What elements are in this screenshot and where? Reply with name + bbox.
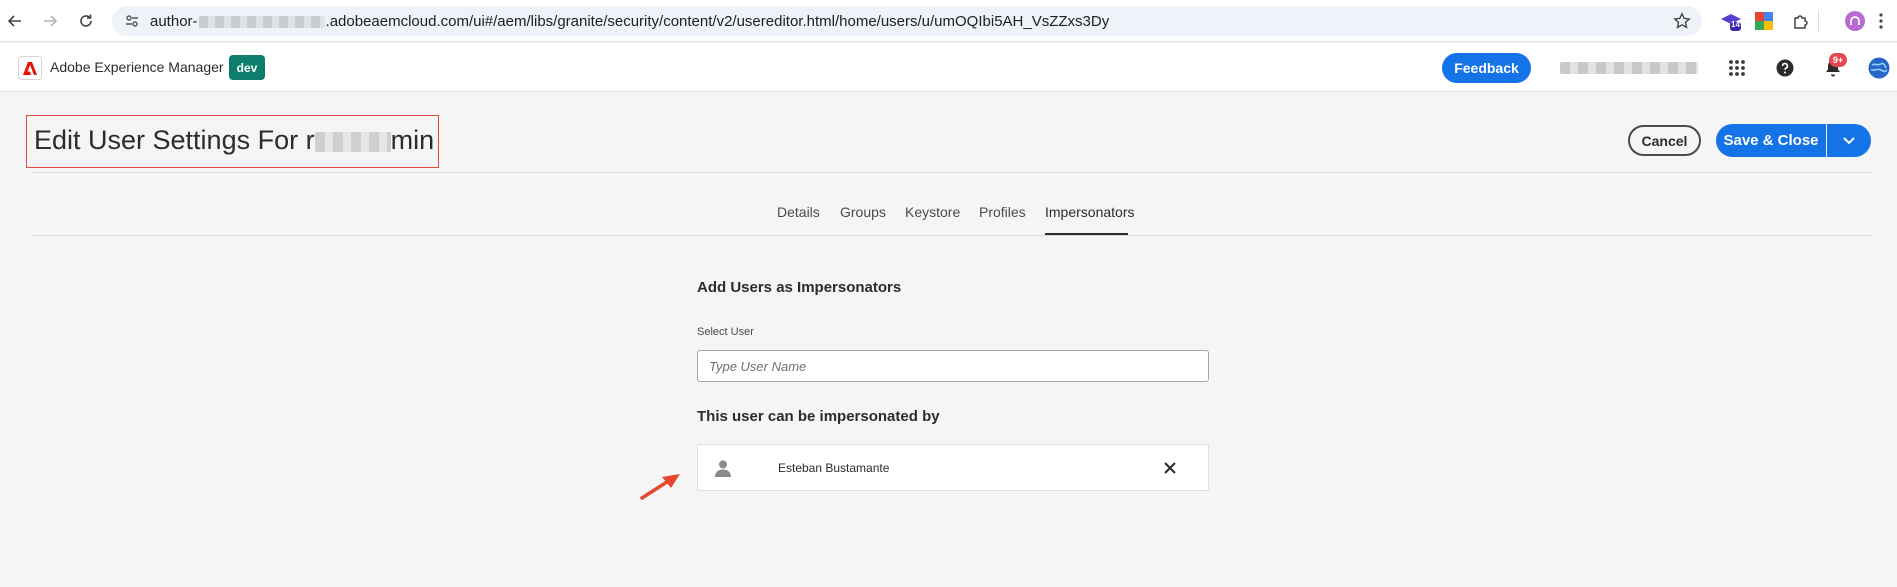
- org-switcher-redacted[interactable]: [1560, 62, 1698, 74]
- page-title-prefix: Edit User Settings For r: [34, 125, 315, 155]
- url-suffix: .adobeaemcloud.com/ui#/aem/libs/granite/…: [325, 13, 1110, 30]
- chevron-down-icon: [1843, 136, 1855, 144]
- tab-bar: Details Groups Keystore Profiles Imperso…: [0, 198, 1897, 236]
- tab-impersonators[interactable]: Impersonators: [1045, 204, 1134, 220]
- save-options-dropdown[interactable]: [1827, 124, 1871, 157]
- extension-badge: 14: [1731, 20, 1740, 29]
- tab-profiles[interactable]: Profiles: [979, 204, 1026, 220]
- tab-keystore[interactable]: Keystore: [905, 204, 960, 220]
- tab-groups[interactable]: Groups: [840, 204, 886, 220]
- url-prefix: author-: [150, 13, 198, 30]
- user-avatar-icon: [713, 458, 733, 478]
- url-redacted: [198, 16, 325, 29]
- browser-menu-icon[interactable]: [1869, 9, 1893, 33]
- page-title: Edit User Settings For r min: [34, 125, 434, 156]
- site-settings-icon[interactable]: [124, 13, 140, 34]
- select-user-label: Select User: [697, 326, 754, 338]
- feedback-button[interactable]: Feedback: [1442, 53, 1531, 83]
- adobe-logo-icon[interactable]: [18, 56, 42, 80]
- bookmark-star-icon[interactable]: [1673, 12, 1691, 35]
- cancel-button[interactable]: Cancel: [1628, 125, 1701, 156]
- impersonated-by-heading: This user can be impersonated by: [697, 408, 940, 425]
- app-name[interactable]: Adobe Experience Manager: [50, 59, 224, 75]
- forward-icon[interactable]: [39, 10, 61, 32]
- save-and-close-button[interactable]: Save & Close: [1716, 124, 1826, 157]
- select-user-input[interactable]: [697, 350, 1209, 382]
- page-title-redacted: [314, 131, 391, 152]
- header-divider: [33, 172, 1871, 173]
- tabs-divider: [33, 235, 1871, 236]
- reload-icon[interactable]: [75, 10, 97, 32]
- remove-impersonator-button[interactable]: [1160, 458, 1180, 478]
- toolbar-separator: [1818, 10, 1819, 32]
- notification-count-badge: 9+: [1829, 53, 1847, 67]
- extensions-puzzle-icon[interactable]: [1789, 9, 1813, 33]
- tab-details[interactable]: Details: [777, 204, 820, 220]
- page-title-suffix: min: [390, 125, 435, 155]
- page-title-box: Edit User Settings For r min: [26, 115, 439, 168]
- env-badge: dev: [229, 55, 265, 80]
- close-icon: [1164, 462, 1176, 474]
- help-icon[interactable]: [1773, 56, 1797, 80]
- url-text: author- .adobeaemcloud.com/ui#/aem/libs/g…: [150, 13, 1109, 30]
- user-profile-icon[interactable]: [1867, 56, 1891, 80]
- browser-toolbar: author- .adobeaemcloud.com/ui#/aem/libs/g…: [0, 0, 1897, 42]
- extension-graduation-icon[interactable]: 14: [1719, 9, 1743, 33]
- extension-color-icon[interactable]: [1752, 9, 1776, 33]
- back-icon[interactable]: [4, 10, 26, 32]
- impersonator-name: Esteban Bustamante: [778, 461, 890, 475]
- annotation-arrow-icon: [640, 474, 680, 500]
- profile-avatar-icon[interactable]: [1843, 9, 1867, 33]
- apps-grid-icon[interactable]: [1725, 56, 1749, 80]
- list-item: Esteban Bustamante: [697, 444, 1209, 491]
- add-impersonators-heading: Add Users as Impersonators: [697, 279, 902, 296]
- address-bar[interactable]: author- .adobeaemcloud.com/ui#/aem/libs/g…: [112, 6, 1702, 36]
- aem-header: Adobe Experience Manager dev Feedback 9+: [0, 43, 1897, 92]
